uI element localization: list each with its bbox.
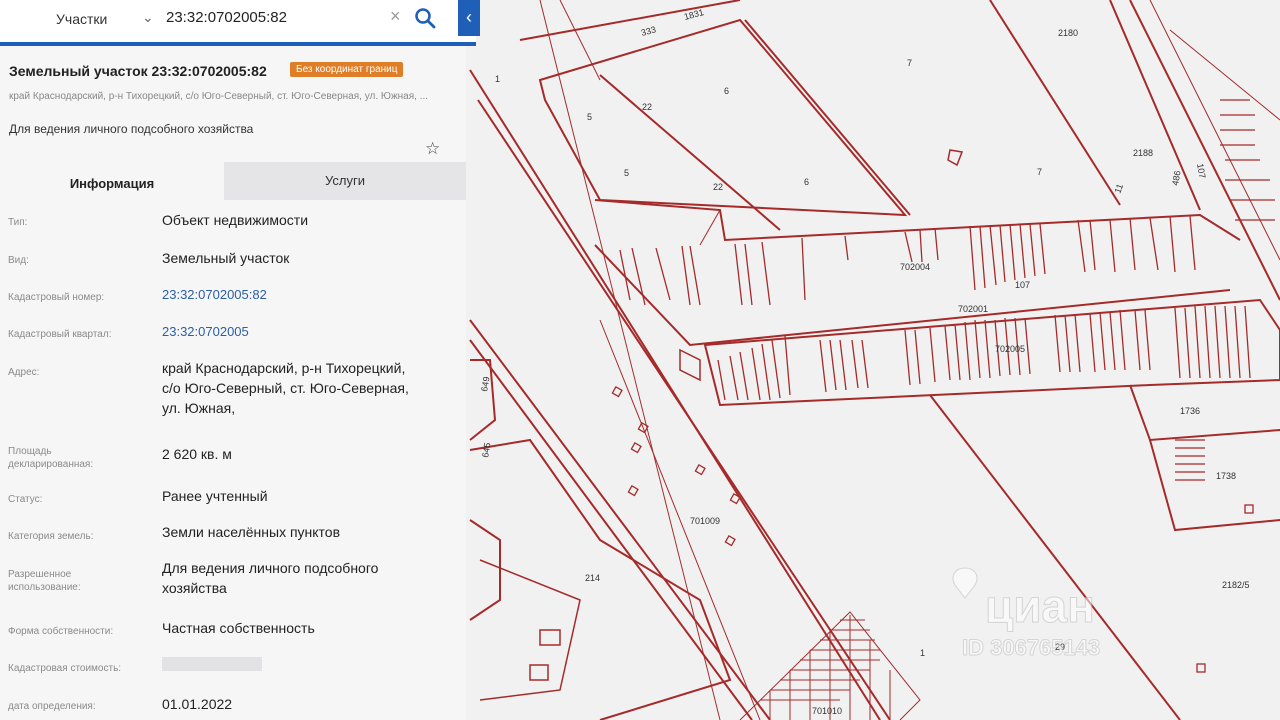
- cadnum-link[interactable]: 23:32:0702005:82: [162, 285, 452, 305]
- area-value: 2 620 кв. м: [162, 446, 232, 462]
- map-label: 2188: [1133, 148, 1153, 158]
- status-badge: Без координат границ: [290, 62, 404, 77]
- map-label: 214: [585, 573, 600, 583]
- search-bar: Участки ⌄ 23:32:0702005:82 ×: [0, 0, 476, 46]
- map-label: 7: [907, 58, 912, 68]
- ownership-label: Форма собственности:: [8, 626, 114, 637]
- parcel-title: Земельный участок 23:32:0702005:82: [9, 63, 267, 79]
- status-value: Ранее учтенный: [162, 488, 268, 504]
- kind-label: Вид:: [8, 255, 29, 266]
- collapse-panel-button[interactable]: ‹: [458, 0, 480, 36]
- kind-value: Земельный участок: [162, 250, 290, 266]
- map-label: 1: [920, 648, 925, 658]
- search-input[interactable]: 23:32:0702005:82: [166, 9, 287, 26]
- map-label: 107: [1015, 280, 1030, 290]
- ownership-value: Частная собственность: [162, 620, 315, 636]
- map-label: 702004: [900, 262, 930, 272]
- map-label: 22: [642, 102, 652, 112]
- usage-value-line1: Для ведения личного подсобного: [162, 560, 379, 576]
- map-label: 701009: [690, 516, 720, 526]
- map-label: 1: [495, 74, 500, 84]
- map-label: 1738: [1216, 471, 1236, 481]
- watermark-id: ID 306765143: [962, 635, 1100, 660]
- parcel-purpose: Для ведения личного подсобного хозяйства: [9, 122, 254, 136]
- tab-info[interactable]: Информация: [0, 162, 224, 204]
- info-panel: Земельный участок 23:32:0702005:82 Без к…: [0, 0, 466, 720]
- cadnum-label: Кадастровый номер:: [8, 292, 105, 303]
- object-type-select[interactable]: Участки: [56, 11, 107, 27]
- address-line1: край Краснодарский, р-н Тихорецкий,: [162, 360, 406, 376]
- parcel-address-short: край Краснодарский, р-н Тихорецкий, с/о …: [9, 91, 429, 102]
- quarter-label: Кадастровый квартал:: [8, 329, 112, 340]
- map-label: 702001: [958, 304, 988, 314]
- type-value: Объект недвижимости: [162, 212, 309, 228]
- cost-value-redacted: [162, 656, 452, 676]
- chevron-down-icon[interactable]: ⌄: [142, 9, 154, 26]
- map-label: 5: [587, 112, 592, 122]
- quarter-link[interactable]: 23:32:0702005: [162, 322, 452, 342]
- usage-value: Для ведения личного подсобного хозяйства: [162, 558, 452, 598]
- map-label: 701010: [812, 706, 842, 716]
- date-value: 01.01.2022: [162, 696, 233, 712]
- clear-icon[interactable]: ×: [390, 6, 401, 27]
- map-label: 2180: [1058, 28, 1078, 38]
- address-label: Адрес:: [8, 367, 40, 378]
- type-label: Тип:: [8, 217, 28, 228]
- map-label: 2182/5: [1222, 580, 1250, 590]
- address-line3: ул. Южная,: [162, 400, 236, 416]
- usage-label-line1: Разрешенное: [8, 569, 72, 580]
- area-label-line1: Площадь: [8, 446, 52, 457]
- map-label: 5: [624, 168, 629, 178]
- category-label: Категория земель:: [8, 531, 94, 542]
- map-label: 22: [713, 182, 723, 192]
- map-label: 702005: [995, 344, 1025, 354]
- address-line2: с/о Юго-Северный, ст. Юго-Северная,: [162, 380, 409, 396]
- search-icon[interactable]: [414, 7, 436, 29]
- watermark-brand: циан: [985, 580, 1095, 632]
- cost-label: Кадастровая стоимость:: [8, 663, 122, 674]
- usage-label-line2: использование:: [8, 582, 81, 593]
- status-label: Статус:: [8, 494, 43, 505]
- map-label: 1736: [1180, 406, 1200, 416]
- address-value: край Краснодарский, р-н Тихорецкий, с/о …: [162, 358, 452, 418]
- date-label: дата определения:: [8, 701, 96, 712]
- area-label: Площадь декларированная:: [8, 445, 148, 471]
- map-label: 7: [1037, 167, 1042, 177]
- map-label: 6: [804, 177, 809, 187]
- usage-label: Разрешенное использование:: [8, 568, 148, 594]
- usage-value-line2: хозяйства: [162, 580, 227, 596]
- category-value: Земли населённых пунктов: [162, 524, 341, 540]
- favorite-star-icon[interactable]: ☆: [425, 139, 440, 159]
- tab-services[interactable]: Услуги: [224, 162, 466, 200]
- area-label-line2: декларированная:: [8, 459, 94, 470]
- map-label: 6: [724, 86, 729, 96]
